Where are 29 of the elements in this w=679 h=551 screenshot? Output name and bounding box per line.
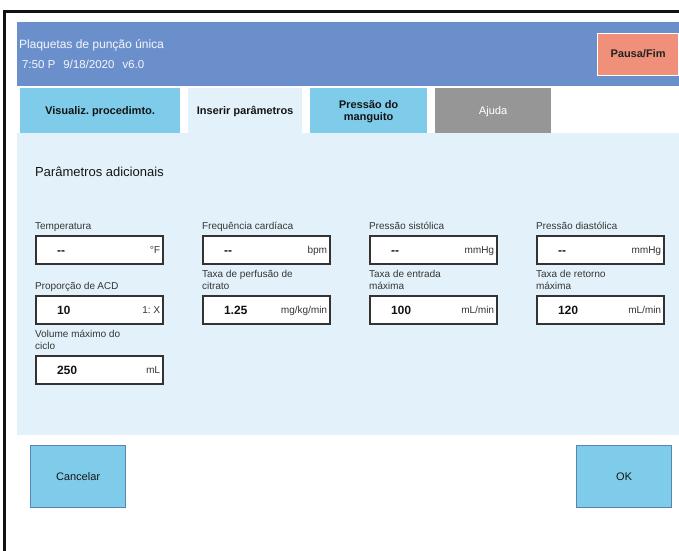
version-text: v6.0 — [122, 59, 144, 71]
cancel-button[interactable]: Cancelar — [30, 445, 126, 508]
input-field[interactable]: 1.25 mg/kg/min — [202, 295, 331, 325]
input-field[interactable]: 250 mL — [35, 355, 164, 385]
date-text: 9/18/2020 — [63, 59, 114, 71]
ok-button[interactable]: OK — [576, 445, 672, 508]
input-field[interactable]: 120 mL/min — [536, 295, 665, 325]
panel-title: Parâmetros adicionais — [35, 164, 164, 179]
input-field[interactable]: -- °F — [35, 235, 164, 265]
field-label: Taxa de retorno máxima — [536, 269, 606, 293]
time-text: 7:50 P — [22, 59, 56, 71]
input-field[interactable]: -- mmHg — [536, 235, 665, 265]
pause-end-button[interactable]: Pausa/Fim — [597, 32, 679, 76]
input-field[interactable]: 10 1: X — [35, 295, 164, 325]
field-label: Taxa de entrada máxima — [369, 269, 442, 293]
field-label: Frequência cardíaca — [202, 221, 294, 233]
window-title: Plaquetas de punção única — [19, 37, 164, 51]
field-label: Proporção de ACD — [35, 281, 120, 293]
tab[interactable]: Visualiz. procedimto. — [20, 88, 180, 133]
tab[interactable]: Pressão do manguito — [310, 88, 427, 133]
input-field[interactable]: 100 mL/min — [369, 295, 498, 325]
field-label: Taxa de perfusão de citrato — [202, 269, 294, 293]
field-label: Temperatura — [35, 221, 92, 233]
field-label: Pressão diastólica — [536, 221, 618, 233]
tab[interactable]: Inserir parâmetros — [188, 88, 302, 133]
field-label: Pressão sistólica — [369, 221, 446, 233]
field-label: Volume máximo do ciclo — [35, 329, 122, 353]
input-field[interactable]: -- mmHg — [369, 235, 498, 265]
input-field[interactable]: -- bpm — [202, 235, 331, 265]
